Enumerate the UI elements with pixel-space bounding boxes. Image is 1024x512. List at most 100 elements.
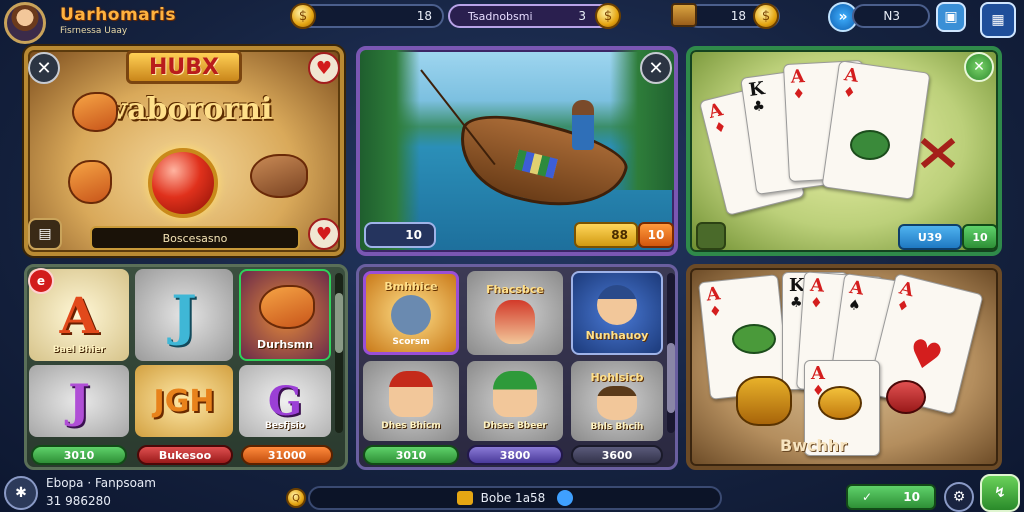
fish-character	[72, 92, 118, 132]
tile-fish-label: Durhsmn	[256, 338, 314, 351]
char-2-title: Fhacsbce	[486, 282, 544, 296]
gem-coin-icon: $	[753, 3, 779, 29]
char-3-title: Nunhauoy	[585, 328, 649, 342]
boat-left-counter[interactable]: 10	[364, 222, 436, 248]
fish-character	[818, 386, 862, 420]
map-tile-icon[interactable]	[696, 222, 726, 250]
turtle-character	[850, 130, 890, 160]
gold-counter[interactable]: 88	[574, 222, 638, 248]
heart-icon-bottom[interactable]: ♥	[308, 218, 340, 250]
badge-icon: e	[28, 268, 54, 294]
play-icon[interactable]: ↯	[980, 474, 1020, 512]
chest-icon-small	[456, 491, 473, 505]
turtle-character	[732, 324, 776, 354]
cards-panel-bottom[interactable]: A ♦ K ♣ A ♦ A ♠ A ♦ ♥ A ♦ Bwchhr	[686, 264, 1002, 470]
characters-bar-3[interactable]: 3600	[571, 445, 663, 465]
letters-bar-3[interactable]: 31000	[241, 445, 333, 465]
char-5-label: Dhses Bbeer	[483, 421, 547, 431]
tile-letter-j[interactable]: J	[135, 269, 233, 361]
center-status-bar[interactable]: Bobe 1a58	[308, 486, 722, 510]
settings-icon[interactable]: ✱	[4, 476, 38, 510]
gold-value: 88	[611, 228, 628, 242]
boat-action-button[interactable]: 10	[638, 222, 674, 248]
char-1-title: Bmhhice	[384, 279, 438, 293]
cards-action-button[interactable]: 10	[962, 224, 998, 250]
cards-value[interactable]: U39	[898, 224, 962, 250]
gear-icon[interactable]: ⚙	[944, 482, 974, 512]
gems-value: 18	[730, 9, 746, 23]
letters-panel[interactable]: A Bael Bhier J Durhsmn J JGH G Besfjsio …	[24, 264, 348, 470]
fish-portrait	[391, 294, 431, 335]
tile-letter-j2[interactable]: J	[29, 365, 129, 437]
char-6-title: Hohlsicb	[590, 370, 644, 384]
boat-panel[interactable]: 10 88 10	[356, 46, 678, 256]
player-avatar[interactable]	[4, 2, 46, 44]
tile-jgh[interactable]: JGH	[135, 365, 233, 437]
character-card-3[interactable]: Nunhauoy	[571, 271, 663, 355]
tile-a-label: Bael Bhier	[52, 345, 106, 355]
confirm-value: 10	[903, 490, 920, 504]
cards-footer-text: Bwchhr	[780, 436, 848, 455]
chest-icon[interactable]: ▤	[28, 218, 62, 250]
event-coin-icon: $	[595, 3, 621, 29]
close-icon-boat[interactable]: ✕	[640, 52, 672, 84]
level-value: N3	[883, 9, 900, 23]
event-value: 3	[578, 9, 586, 23]
close-icon[interactable]: ✕	[28, 52, 60, 84]
game-subtitle: Fisrnessa Uaay	[60, 26, 128, 36]
boat-left-value: 10	[405, 228, 422, 242]
coin-icon: $	[290, 3, 316, 29]
spin-orb-button[interactable]	[148, 148, 218, 218]
treasure-character	[736, 376, 792, 426]
cards-panel-top[interactable]: A♦ K♣ A♦ A♦♦ U39 10	[686, 46, 1002, 256]
characters-bar-2[interactable]: 3800	[467, 445, 563, 465]
grid-icon[interactable]: ▦	[980, 2, 1016, 38]
check-icon[interactable]: ✕	[964, 52, 994, 82]
otter-character	[250, 154, 308, 198]
character-card-1[interactable]: Bmhhice Scorsm	[363, 271, 459, 355]
level-counter[interactable]: N3	[852, 4, 930, 28]
pirate-portrait-2	[597, 385, 637, 420]
characters-scrollbar[interactable]	[667, 273, 675, 433]
crab-character	[886, 380, 926, 414]
coins-value: 18	[416, 9, 432, 23]
fish-character	[68, 160, 112, 204]
name-field[interactable]: Boscesasno	[90, 226, 300, 250]
tile-letter-g[interactable]: G Besfjsio	[239, 365, 331, 437]
map-icon[interactable]: ▣	[936, 2, 966, 32]
check-icon-footer: ✓	[862, 490, 873, 504]
char-1-sub: Scorsm	[392, 336, 430, 347]
heart-icon[interactable]: ♥	[308, 52, 340, 84]
tile-g-label: Besfjsio	[265, 421, 305, 431]
elf-portrait	[493, 371, 537, 417]
character-card-2[interactable]: Fhacsbce	[467, 271, 563, 355]
pirate-portrait	[495, 299, 535, 344]
character-card-6[interactable]: Hohlsicb Bhls Bhcih	[571, 361, 663, 441]
confirm-bar[interactable]: ✓ 10	[846, 484, 936, 510]
letters-bar-2[interactable]: Bukesoo	[137, 445, 233, 465]
footer-coin-icon: Q	[286, 488, 306, 508]
game-title: Uarhomaris	[60, 5, 176, 25]
event-counter[interactable]: Tsadnobsmi 3	[448, 4, 618, 28]
character-card-4[interactable]: Dhes Bhicm	[363, 361, 459, 441]
character-card-5[interactable]: Dhses Bbeer	[467, 361, 563, 441]
palm-trees	[360, 50, 420, 250]
center-status-text: Bobe 1a58	[480, 491, 546, 505]
letters-bar-1[interactable]: 3010	[31, 445, 127, 465]
tile-fish[interactable]: Durhsmn	[239, 269, 331, 361]
gem-icon-small	[557, 490, 574, 506]
char-4-label: Dhes Bhicm	[381, 421, 441, 431]
player-name: Ebopa · Fanpsoam	[46, 476, 156, 490]
letters-scrollbar[interactable]	[335, 273, 343, 433]
player-score: 31 986280	[46, 494, 111, 508]
fisherman-character	[572, 100, 594, 150]
fish-icon	[259, 285, 315, 329]
char-6-label: Bhls Bhcih	[590, 421, 644, 432]
characters-bar-1[interactable]: 3010	[363, 445, 459, 465]
tile-jgh-text: JGH	[153, 383, 215, 419]
event-label: Tsadnobsmi	[468, 9, 533, 23]
captain-portrait	[597, 284, 637, 325]
panel-badge: HUBX	[126, 50, 242, 84]
characters-panel[interactable]: Bmhhice Scorsm Fhacsbce Nunhauoy Dhes Bh…	[356, 264, 678, 470]
fishing-panel[interactable]: HUBX Ivabororni Boscesasno	[24, 46, 344, 256]
